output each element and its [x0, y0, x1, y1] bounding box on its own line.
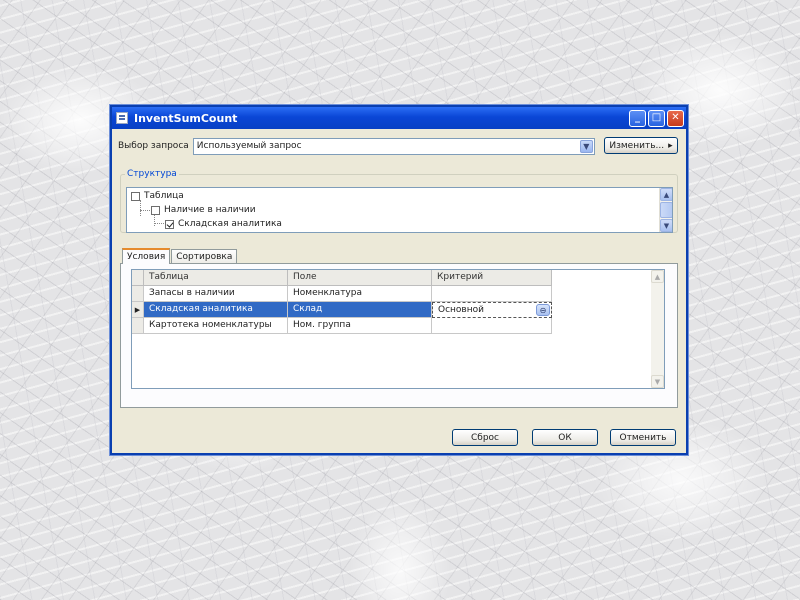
tree-connector [154, 223, 164, 224]
query-label: Выбор запроса [118, 141, 189, 151]
dialog-buttons: Сброс ОК Отменить [112, 429, 686, 447]
query-select-value: Используемый запрос [196, 140, 302, 151]
reset-button[interactable]: Сброс [452, 429, 518, 446]
cell-field[interactable]: Склад [288, 302, 432, 318]
tab-conditions[interactable]: Условия [122, 248, 171, 264]
column-header-table[interactable]: Таблица [144, 270, 288, 286]
cell-criterion[interactable] [432, 286, 552, 302]
cell-table[interactable]: Складская аналитика [144, 302, 288, 318]
criterion-input[interactable]: Основной [438, 305, 484, 315]
structure-group: Структура Таблица Наличие в наличии Скла… [120, 169, 678, 233]
grid-corner [132, 270, 144, 286]
cell-field[interactable]: Номенклатура [288, 286, 432, 302]
tree-item-stock[interactable]: Наличие в наличии [151, 204, 256, 216]
table-row[interactable]: Картотека номенклатуры Ном. группа [132, 318, 552, 334]
minimize-button[interactable]: _ [629, 109, 646, 127]
table-row[interactable]: Запасы в наличии Номенклатура [132, 286, 552, 302]
cell-criterion[interactable] [432, 318, 552, 334]
tree-scrollbar[interactable]: ▲ ▼ [659, 188, 672, 232]
cell-table[interactable]: Картотека номенклатуры [144, 318, 288, 334]
structure-tree[interactable]: Таблица Наличие в наличии Складская анал… [126, 187, 673, 233]
tree-item-warehouse-analytics[interactable]: Складская аналитика [165, 218, 282, 230]
column-header-criterion[interactable]: Критерий [432, 270, 552, 286]
lookup-icon[interactable]: ⊖ [536, 304, 550, 316]
scroll-up-icon[interactable]: ▲ [651, 270, 664, 283]
cell-field[interactable]: Ном. группа [288, 318, 432, 334]
tab-sorting[interactable]: Сортировка [171, 249, 238, 264]
row-selector[interactable] [132, 286, 144, 302]
close-button[interactable]: ✕ [667, 109, 684, 127]
ok-button[interactable]: ОК [532, 429, 598, 446]
chevron-down-icon[interactable]: ▼ [579, 139, 593, 153]
title-bar[interactable]: InventSumCount _ □ ✕ [112, 107, 686, 129]
app-icon [116, 112, 128, 124]
query-select[interactable]: Используемый запрос ▼ [192, 137, 595, 155]
tree-checkbox[interactable] [131, 191, 140, 201]
row-pointer-icon[interactable]: ▶ [132, 302, 144, 318]
tree-connector [140, 210, 150, 211]
scroll-down-icon[interactable]: ▼ [651, 375, 664, 388]
tree-item-label: Наличие в наличии [164, 205, 256, 215]
arrow-right-icon: ▸ [668, 140, 673, 151]
tree-checkbox[interactable] [151, 205, 160, 215]
change-query-button[interactable]: Изменить... ▸ [604, 137, 678, 154]
scroll-thumb[interactable] [660, 202, 672, 218]
maximize-button[interactable]: □ [648, 109, 665, 127]
table-row-selected[interactable]: ▶ Складская аналитика Склад Основной ⊖ [132, 302, 552, 318]
conditions-panel: Таблица Поле Критерий Запасы в наличии Н… [120, 263, 678, 408]
tree-item-table[interactable]: Таблица [131, 190, 184, 202]
column-header-field[interactable]: Поле [288, 270, 432, 286]
dialog-window: InventSumCount _ □ ✕ Выбор запроса Испол… [110, 105, 688, 455]
criterion-editor[interactable]: Основной ⊖ [432, 302, 552, 318]
tree-connector [140, 200, 141, 216]
tree-item-label: Таблица [144, 191, 184, 201]
cancel-button[interactable]: Отменить [610, 429, 676, 446]
scroll-up-icon[interactable]: ▲ [660, 188, 672, 201]
cell-table[interactable]: Запасы в наличии [144, 286, 288, 302]
tab-strip: Условия Сортировка [122, 248, 238, 264]
query-row: Выбор запроса Используемый запрос ▼ Изме… [118, 137, 678, 155]
change-query-label: Изменить... [609, 140, 665, 151]
tree-checkbox-checked[interactable] [165, 219, 174, 229]
grid-header-row: Таблица Поле Критерий [132, 270, 552, 286]
conditions-grid[interactable]: Таблица Поле Критерий Запасы в наличии Н… [131, 269, 665, 389]
window-title: InventSumCount [134, 111, 238, 125]
row-selector[interactable] [132, 318, 144, 334]
grid-scrollbar[interactable]: ▲ ▼ [651, 270, 664, 388]
structure-legend: Структура [127, 169, 177, 179]
tree-item-label: Складская аналитика [178, 219, 282, 229]
scroll-down-icon[interactable]: ▼ [660, 219, 672, 232]
